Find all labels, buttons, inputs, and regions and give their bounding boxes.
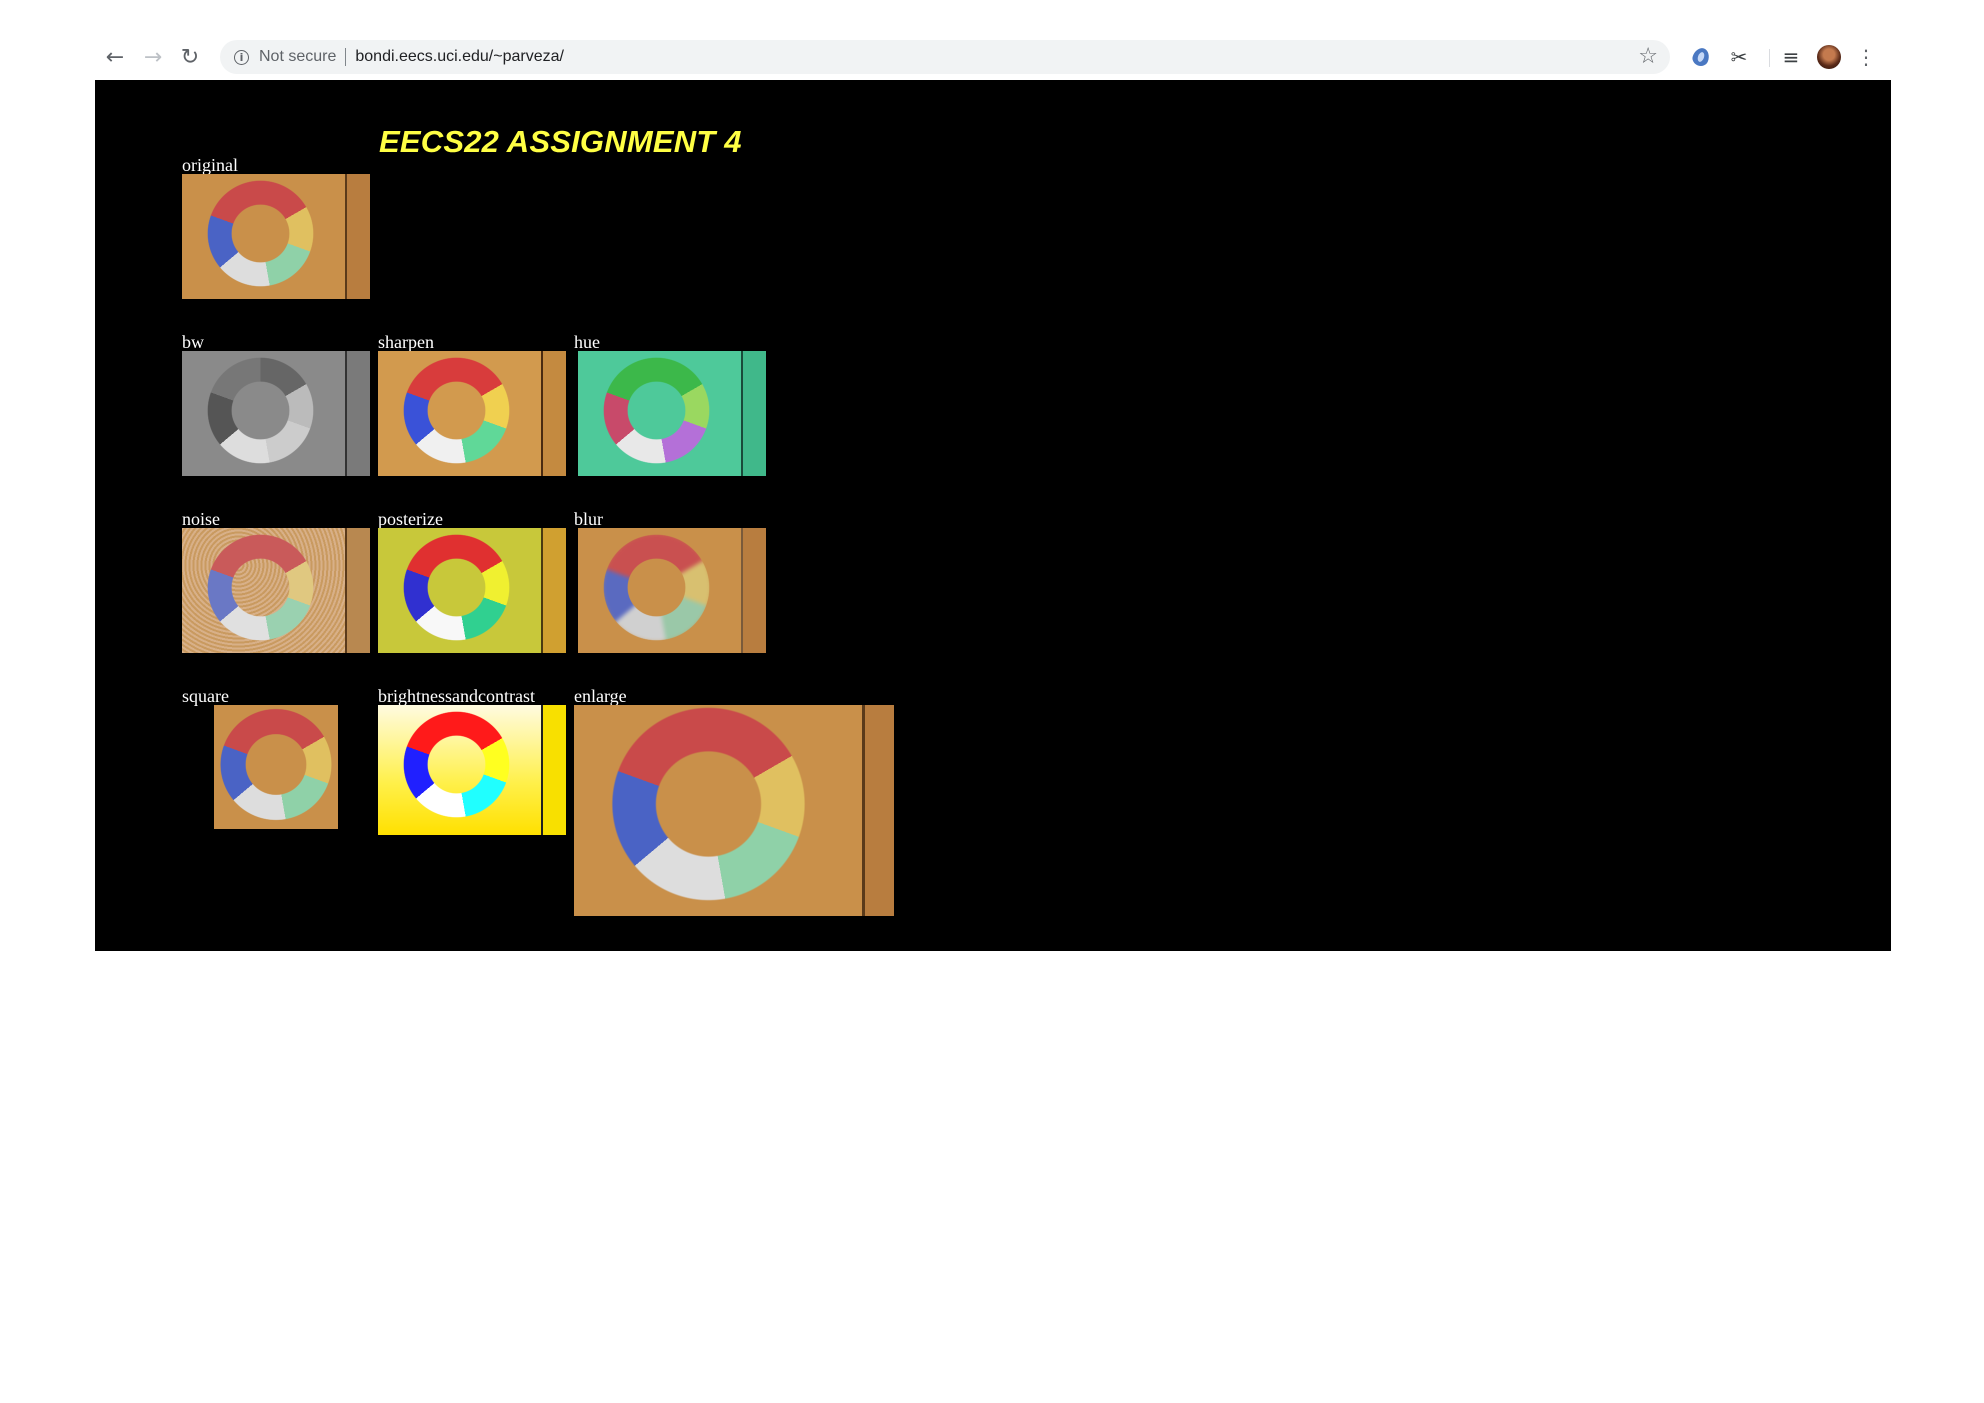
extension-drop-icon[interactable] <box>1687 42 1715 72</box>
image-caption: hue <box>574 332 600 352</box>
bw-image <box>182 351 370 476</box>
image-caption: noise <box>182 509 220 529</box>
image-caption: posterize <box>378 509 443 529</box>
sharpen-image <box>378 351 566 476</box>
profile-avatar[interactable] <box>1815 42 1843 72</box>
enlarge-image <box>574 705 894 916</box>
posterize-image <box>378 528 566 653</box>
brightnessandcontrast-image <box>378 705 566 835</box>
scissors-icon[interactable]: ✂ <box>1725 42 1753 72</box>
reload-icon[interactable]: ↻ <box>175 42 205 72</box>
toolbar-divider <box>1769 49 1770 67</box>
image-caption: enlarge <box>574 686 627 706</box>
blur-image <box>578 528 766 653</box>
menu-dots-icon[interactable]: ⋮ <box>1852 42 1880 72</box>
square-image <box>214 705 338 829</box>
noise-image <box>182 528 370 653</box>
media-queue-icon[interactable]: ≡ <box>1777 42 1805 72</box>
image-caption: original <box>182 155 238 175</box>
image-caption: sharpen <box>378 332 434 352</box>
image-caption: brightnessandcontrast <box>378 686 535 706</box>
image-caption: blur <box>574 509 603 529</box>
url-separator <box>345 48 347 66</box>
back-arrow-icon[interactable]: ← <box>100 42 130 72</box>
url-text[interactable]: bondi.eecs.uci.edu/~parveza/ <box>355 48 564 66</box>
security-label[interactable]: Not secure <box>259 48 336 66</box>
star-icon[interactable]: ☆ <box>1638 44 1658 69</box>
address-bar[interactable]: i Not secure bondi.eecs.uci.edu/~parveza… <box>220 40 1670 74</box>
image-caption: bw <box>182 332 204 352</box>
page-body: EECS22 ASSIGNMENT 4 original bw sharpen … <box>95 80 1891 951</box>
forward-arrow-icon[interactable]: → <box>138 42 168 72</box>
info-icon[interactable]: i <box>234 49 249 65</box>
original-image <box>182 174 370 299</box>
hue-image <box>578 351 766 476</box>
image-caption: square <box>182 686 229 706</box>
browser-toolbar: ← → ↻ i Not secure bondi.eecs.uci.edu/~p… <box>95 36 1890 79</box>
page-title: EECS22 ASSIGNMENT 4 <box>379 124 742 159</box>
